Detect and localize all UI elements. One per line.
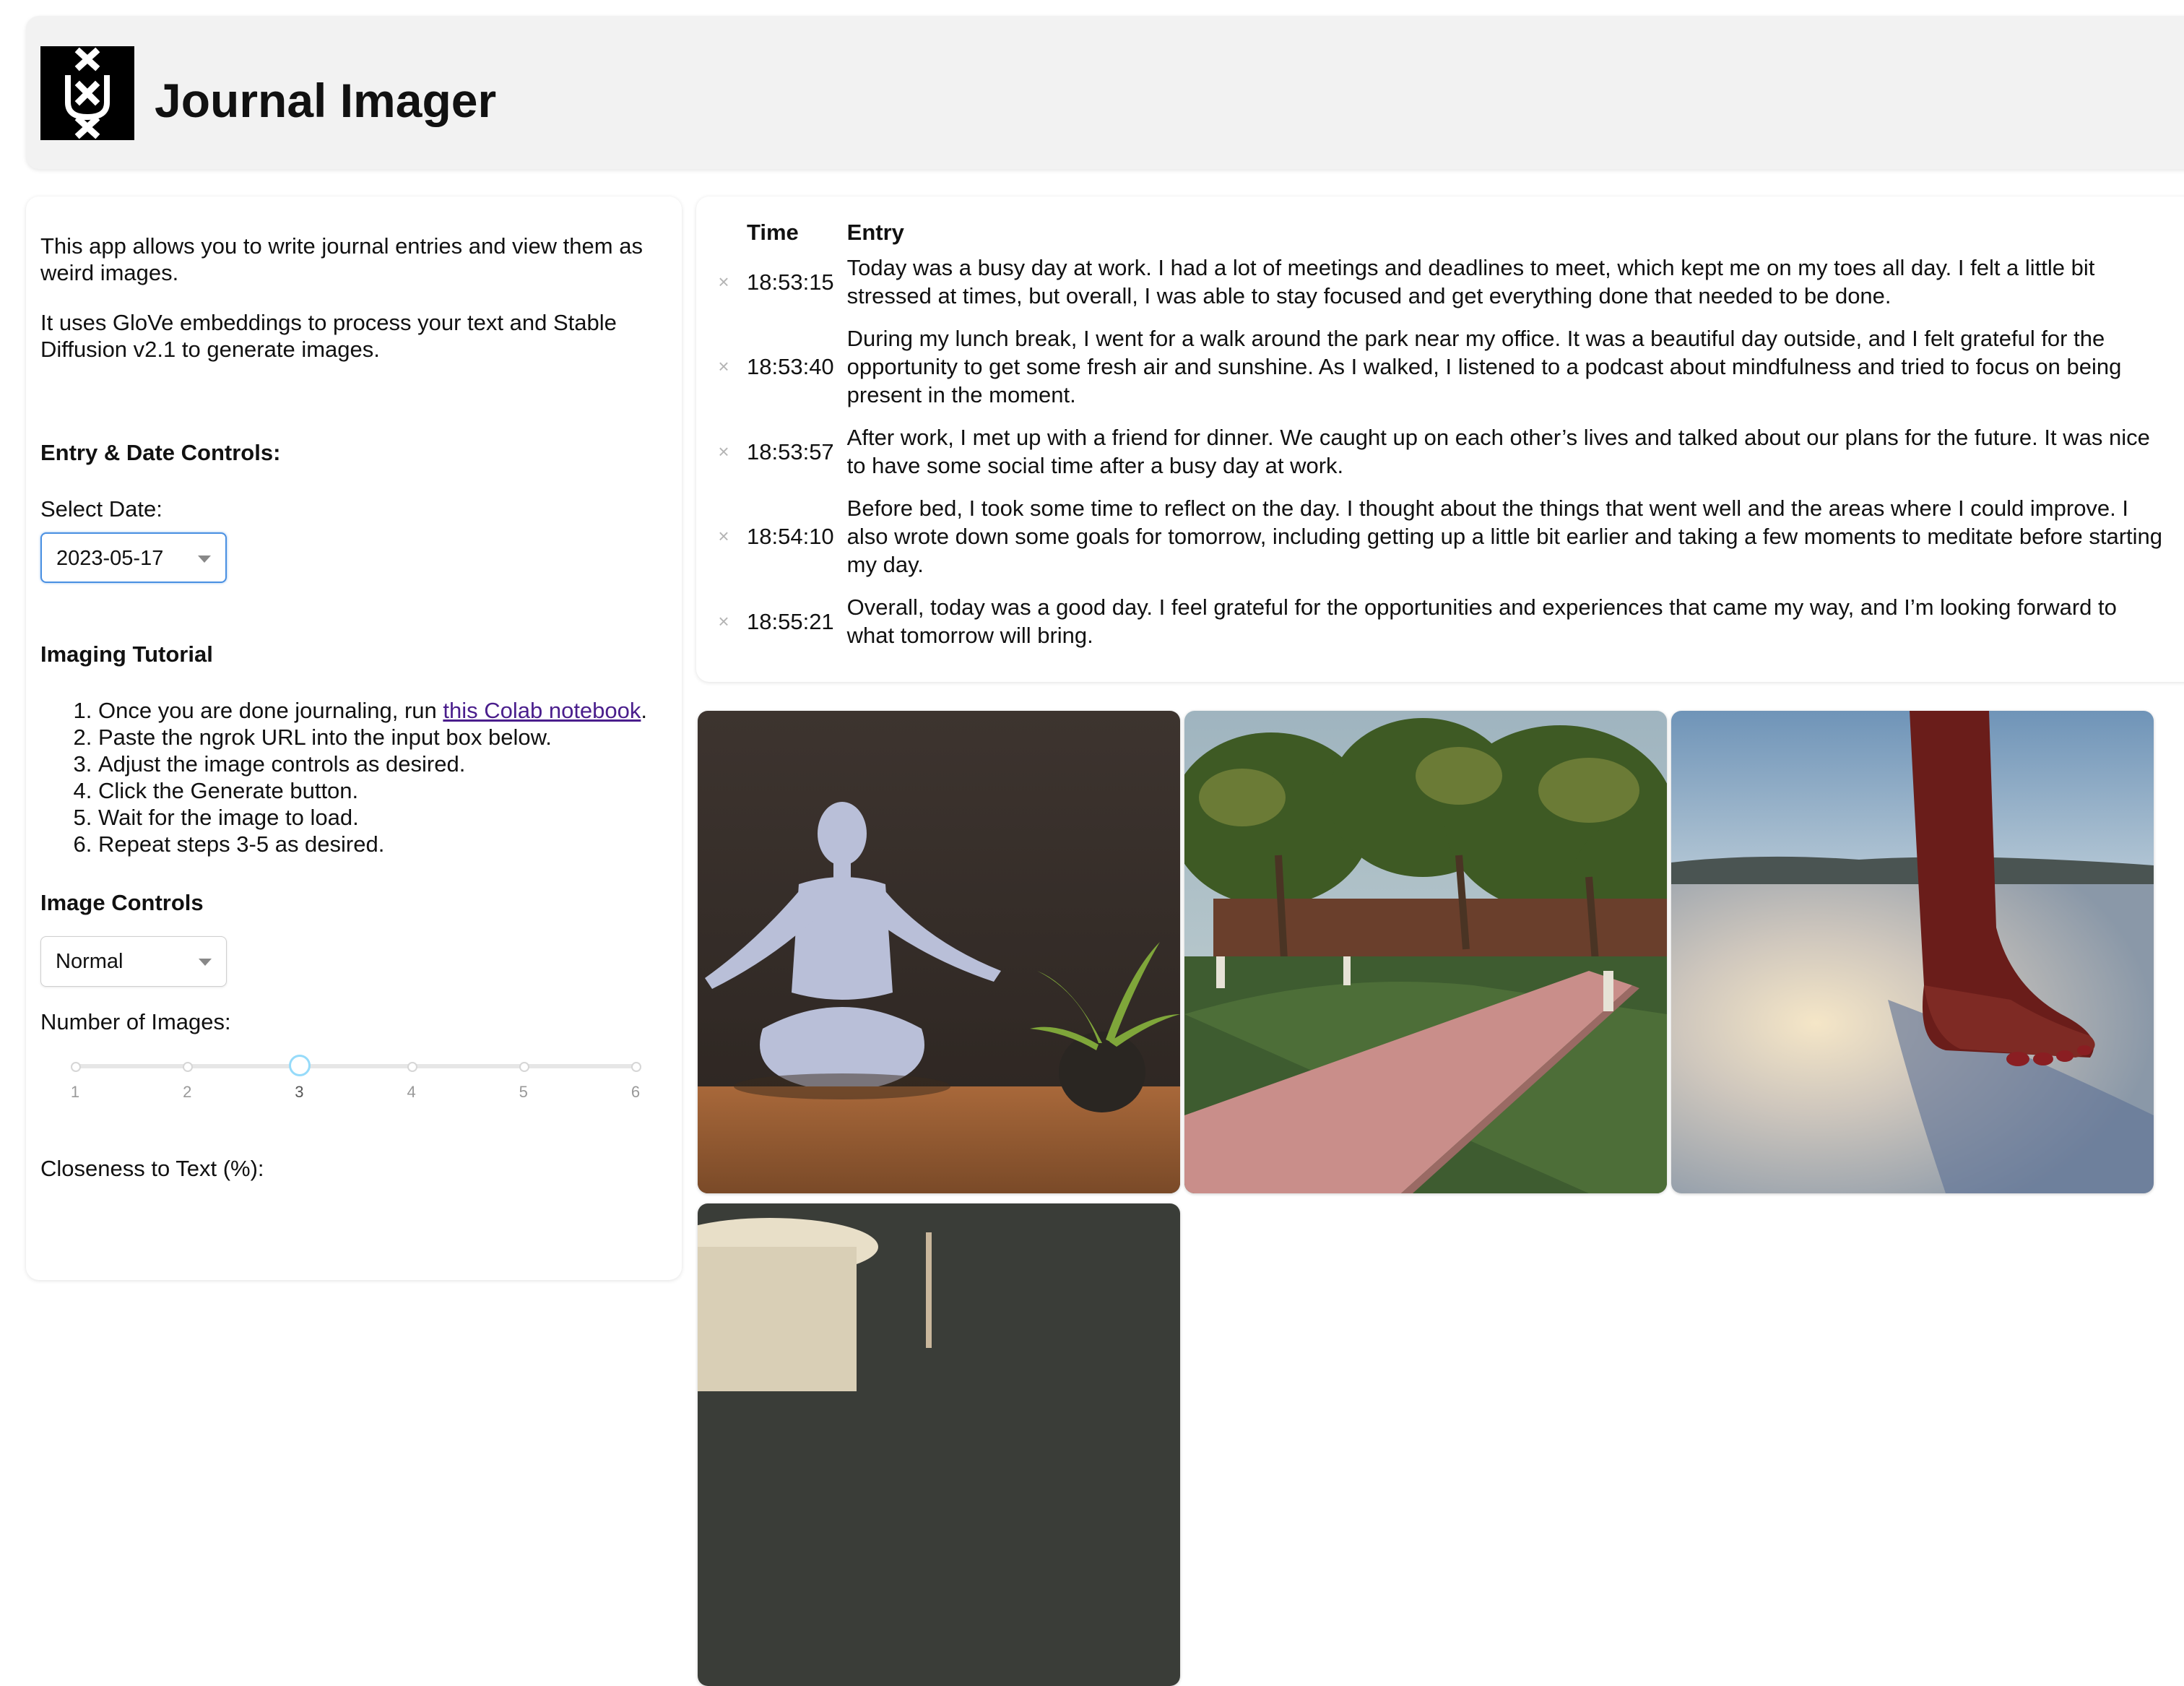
entry-column-header: Entry bbox=[846, 220, 904, 245]
closeness-label: Closeness to Text (%): bbox=[40, 1156, 264, 1181]
generated-image-meditating-figure[interactable] bbox=[698, 711, 1180, 1193]
slider-handle[interactable] bbox=[289, 1055, 311, 1076]
entry-text: Today was a busy day at work. I had a lo… bbox=[846, 255, 2095, 308]
slider-tick[interactable] bbox=[183, 1062, 194, 1072]
slider-tick[interactable] bbox=[519, 1062, 529, 1072]
slider-tick[interactable] bbox=[407, 1062, 417, 1072]
app-header: Journal Imager bbox=[26, 16, 2184, 169]
tutorial-steps-list: Once you are done journaling, run this C… bbox=[40, 697, 669, 857]
select-date-label: Select Date: bbox=[40, 496, 162, 522]
date-select-value: 2023-05-17 bbox=[56, 547, 164, 570]
tutorial-step: Click the Generate button. bbox=[98, 777, 669, 804]
table-row: × 18:53:57 After work, I met up with a f… bbox=[714, 423, 2178, 494]
tutorial-step: Repeat steps 3-5 as desired. bbox=[98, 831, 669, 857]
generated-image-foot-on-beach[interactable] bbox=[1671, 711, 2154, 1193]
entry-date-controls-title: Entry & Date Controls: bbox=[40, 440, 281, 465]
slider-track[interactable] bbox=[75, 1064, 636, 1068]
delete-column-header bbox=[714, 218, 747, 254]
journal-entries-panel: Time Entry × 18:53:15 Today was a busy d… bbox=[696, 196, 2184, 682]
entry-time: 18:55:21 bbox=[747, 608, 834, 634]
slider-tick-label: 3 bbox=[295, 1083, 304, 1101]
intro-text-2: It uses GloVe embeddings to process your… bbox=[40, 310, 617, 362]
generated-image-park-path[interactable] bbox=[1184, 711, 1667, 1193]
table-row: × 18:53:40 During my lunch break, I went… bbox=[714, 324, 2178, 423]
entry-text: Before bed, I took some time to reflect … bbox=[846, 496, 2163, 577]
slider-tick[interactable] bbox=[71, 1062, 81, 1072]
entry-text: During my lunch break, I went for a walk… bbox=[846, 326, 2122, 407]
delete-entry-icon[interactable]: × bbox=[714, 324, 747, 423]
table-row: × 18:54:10 Before bed, I took some time … bbox=[714, 494, 2178, 593]
delete-entry-icon[interactable]: × bbox=[714, 423, 747, 494]
table-header-row: Time Entry bbox=[714, 218, 2178, 254]
slider-tick-label: 6 bbox=[630, 1083, 641, 1101]
slider-tick-label: 2 bbox=[183, 1083, 192, 1101]
intro-text-1: This app allows you to write journal ent… bbox=[40, 233, 643, 285]
tutorial-step: Wait for the image to load. bbox=[98, 804, 669, 831]
slider-tick-label: 4 bbox=[407, 1083, 416, 1101]
tutorial-step-text: Once you are done journaling, run bbox=[98, 698, 443, 723]
delete-entry-icon[interactable]: × bbox=[714, 254, 747, 324]
slider-tick-label: 1 bbox=[70, 1083, 80, 1101]
amsterdam-crosses-logo-icon bbox=[40, 46, 134, 140]
table-row: × 18:55:21 Overall, today was a good day… bbox=[714, 593, 2178, 664]
app-title: Journal Imager bbox=[155, 74, 497, 127]
delete-entry-icon[interactable]: × bbox=[714, 593, 747, 664]
sidebar: This app allows you to write journal ent… bbox=[26, 196, 682, 1280]
slider-tick-label: 5 bbox=[519, 1083, 528, 1101]
entry-time: 18:53:57 bbox=[747, 438, 834, 464]
colab-notebook-link[interactable]: this Colab notebook bbox=[443, 698, 641, 723]
tutorial-step: Paste the ngrok URL into the input box b… bbox=[98, 724, 669, 751]
imaging-tutorial-title: Imaging Tutorial bbox=[40, 641, 213, 667]
image-controls-title: Image Controls bbox=[40, 890, 204, 915]
entry-text: Overall, today was a good day. I feel gr… bbox=[846, 595, 2117, 648]
delete-entry-icon[interactable]: × bbox=[714, 494, 747, 593]
journal-table: Time Entry × 18:53:15 Today was a busy d… bbox=[714, 218, 2178, 664]
image-style-value: Normal bbox=[56, 950, 124, 973]
entry-text: After work, I met up with a friend for d… bbox=[846, 425, 2150, 478]
image-style-select[interactable]: Normal bbox=[40, 936, 227, 987]
num-images-slider[interactable]: 1 2 3 4 5 6 bbox=[71, 1055, 641, 1106]
table-row: × 18:53:15 Today was a busy day at work.… bbox=[714, 254, 2178, 324]
entry-time: 18:54:10 bbox=[747, 524, 834, 549]
tutorial-step: Adjust the image controls as desired. bbox=[98, 751, 669, 777]
slider-tick[interactable] bbox=[631, 1062, 641, 1072]
generated-image-cup[interactable] bbox=[698, 1203, 1180, 1686]
tutorial-step-text: . bbox=[641, 698, 648, 723]
chevron-down-icon bbox=[199, 959, 212, 966]
entry-time: 18:53:40 bbox=[747, 354, 834, 379]
sidebar-content: This app allows you to write journal ent… bbox=[40, 233, 669, 1182]
entry-time: 18:53:15 bbox=[747, 269, 834, 295]
chevron-down-icon bbox=[198, 555, 211, 563]
date-select[interactable]: 2023-05-17 bbox=[40, 532, 227, 583]
time-column-header: Time bbox=[747, 220, 799, 245]
num-images-label: Number of Images: bbox=[40, 1009, 231, 1034]
tutorial-step: Once you are done journaling, run this C… bbox=[98, 697, 669, 724]
